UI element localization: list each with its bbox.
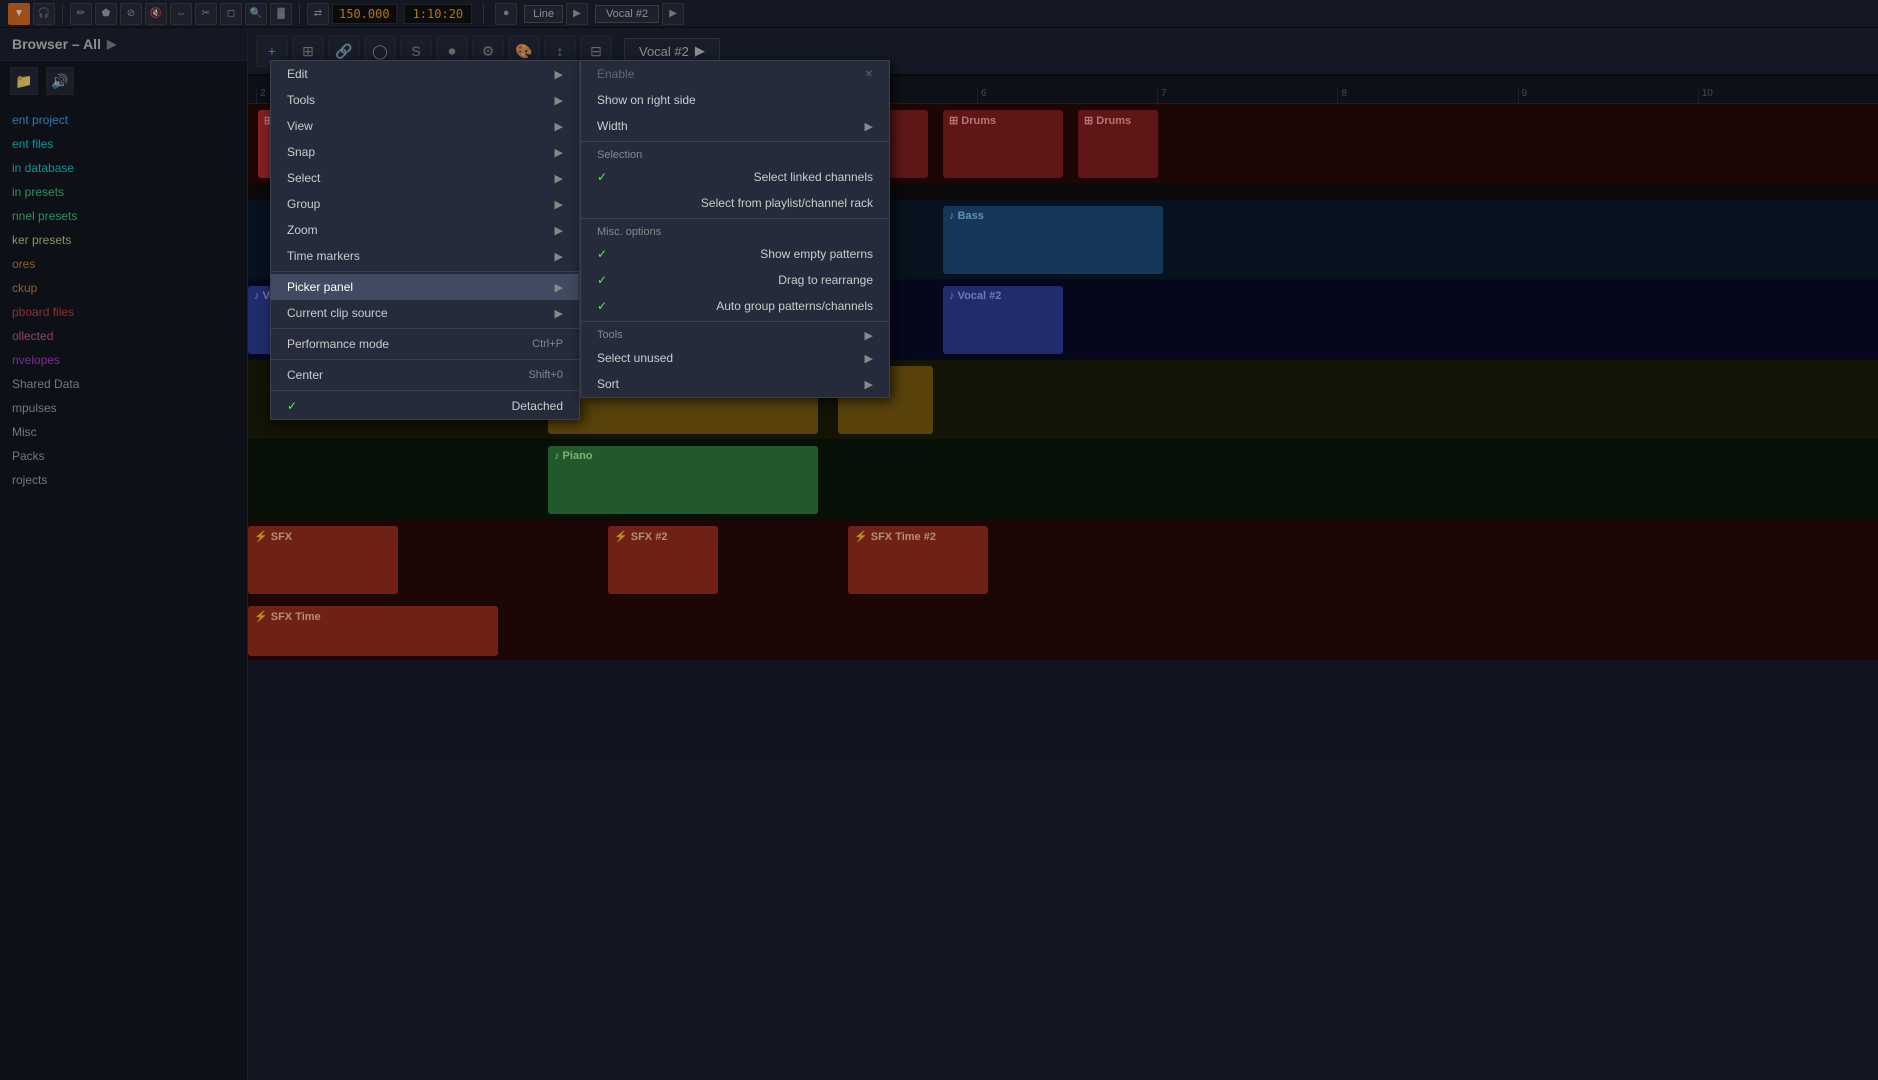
menu-item-center[interactable]: Center Shift+0 — [271, 362, 579, 388]
submenu-section-tools: Tools ▶ — [581, 324, 889, 345]
menu-item-label: Edit — [287, 67, 308, 81]
menu-item-label: View — [287, 119, 313, 133]
menu-shortcut-performance: Ctrl+P — [532, 338, 563, 350]
menu-item-group[interactable]: Group ▶ — [271, 191, 579, 217]
submenu-section-selection: Selection — [581, 144, 889, 164]
submenu-sep-3 — [581, 321, 889, 322]
submenu-item-drag-rearrange[interactable]: ✓ Drag to rearrange — [581, 267, 889, 293]
submenu-item-label: Select unused — [597, 351, 673, 365]
menu-item-select[interactable]: Select ▶ — [271, 165, 579, 191]
submenu-sep-2 — [581, 218, 889, 219]
submenu-check-autogroup: ✓ — [597, 299, 613, 313]
menu-item-label: Picker panel — [287, 280, 353, 294]
picker-panel-submenu: Enable ✕ Show on right side Width ▶ Sele… — [580, 60, 890, 398]
submenu-enable-close: ✕ — [865, 69, 873, 80]
menu-item-label: Tools — [287, 93, 315, 107]
menu-item-detached[interactable]: ✓ Detached — [271, 393, 579, 419]
submenu-arrow-tools: ▶ — [865, 329, 873, 342]
menu-item-label: Detached — [512, 399, 563, 413]
submenu-item-linked-channels[interactable]: ✓ Select linked channels — [581, 164, 889, 190]
menu-arrow-view: ▶ — [555, 120, 563, 133]
submenu-item-label: Show on right side — [597, 93, 696, 107]
menu-item-performance[interactable]: Performance mode Ctrl+P — [271, 331, 579, 357]
menu-arrow-zoom: ▶ — [555, 224, 563, 237]
menu-item-view[interactable]: View ▶ — [271, 113, 579, 139]
submenu-item-label: Show empty patterns — [760, 247, 873, 261]
submenu-item-show-right[interactable]: Show on right side — [581, 87, 889, 113]
menu-check-detached: ✓ — [287, 399, 303, 413]
menu-item-label: Zoom — [287, 223, 318, 237]
menu-arrow-edit: ▶ — [555, 68, 563, 81]
submenu-check-drag: ✓ — [597, 273, 613, 287]
menu-item-label: Select — [287, 171, 320, 185]
submenu-check-linked: ✓ — [597, 170, 613, 184]
menu-sep-4 — [271, 390, 579, 391]
menu-sep-1 — [271, 271, 579, 272]
menu-arrow-current-clip: ▶ — [555, 307, 563, 320]
menu-sep-2 — [271, 328, 579, 329]
menu-item-snap[interactable]: Snap ▶ — [271, 139, 579, 165]
submenu-sep-1 — [581, 141, 889, 142]
menu-arrow-select: ▶ — [555, 172, 563, 185]
submenu-arrow-width: ▶ — [865, 120, 873, 133]
submenu-item-width[interactable]: Width ▶ — [581, 113, 889, 139]
menu-shortcut-center: Shift+0 — [528, 369, 563, 381]
menu-item-label: Group — [287, 197, 320, 211]
submenu-item-enable[interactable]: Enable ✕ — [581, 61, 889, 87]
submenu-section-misc: Misc. options — [581, 221, 889, 241]
context-menu: Edit ▶ Tools ▶ View ▶ Snap ▶ Select ▶ Gr… — [270, 60, 580, 420]
submenu-enable-label: Enable — [597, 67, 634, 81]
menu-item-label: Performance mode — [287, 337, 389, 351]
menu-item-label: Current clip source — [287, 306, 388, 320]
submenu-arrow-unused: ▶ — [865, 352, 873, 365]
menu-item-label: Time markers — [287, 249, 360, 263]
menu-arrow-group: ▶ — [555, 198, 563, 211]
submenu-item-show-empty[interactable]: ✓ Show empty patterns — [581, 241, 889, 267]
menu-item-picker-panel[interactable]: Picker panel ▶ — [271, 274, 579, 300]
menu-arrow-snap: ▶ — [555, 146, 563, 159]
menu-item-time-markers[interactable]: Time markers ▶ — [271, 243, 579, 269]
menu-item-label: Center — [287, 368, 323, 382]
submenu-item-label: Select linked channels — [754, 170, 873, 184]
menu-item-label: Snap — [287, 145, 315, 159]
menu-arrow-picker-panel: ▶ — [555, 281, 563, 294]
submenu-item-sort[interactable]: Sort ▶ — [581, 371, 889, 397]
menu-item-tools[interactable]: Tools ▶ — [271, 87, 579, 113]
submenu-check-empty: ✓ — [597, 247, 613, 261]
submenu-item-label: Sort — [597, 377, 619, 391]
submenu-item-label: Drag to rearrange — [778, 273, 873, 287]
menu-sep-3 — [271, 359, 579, 360]
submenu-item-label: Width — [597, 119, 628, 133]
menu-arrow-tools: ▶ — [555, 94, 563, 107]
menu-item-zoom[interactable]: Zoom ▶ — [271, 217, 579, 243]
submenu-item-select-from-playlist[interactable]: Select from playlist/channel rack — [581, 190, 889, 216]
menu-item-current-clip[interactable]: Current clip source ▶ — [271, 300, 579, 326]
menu-item-edit[interactable]: Edit ▶ — [271, 61, 579, 87]
submenu-arrow-sort: ▶ — [865, 378, 873, 391]
menu-arrow-time-markers: ▶ — [555, 250, 563, 263]
submenu-item-label: Select from playlist/channel rack — [701, 196, 873, 210]
submenu-item-auto-group[interactable]: ✓ Auto group patterns/channels — [581, 293, 889, 319]
submenu-item-label: Auto group patterns/channels — [716, 299, 873, 313]
submenu-item-select-unused[interactable]: Select unused ▶ — [581, 345, 889, 371]
